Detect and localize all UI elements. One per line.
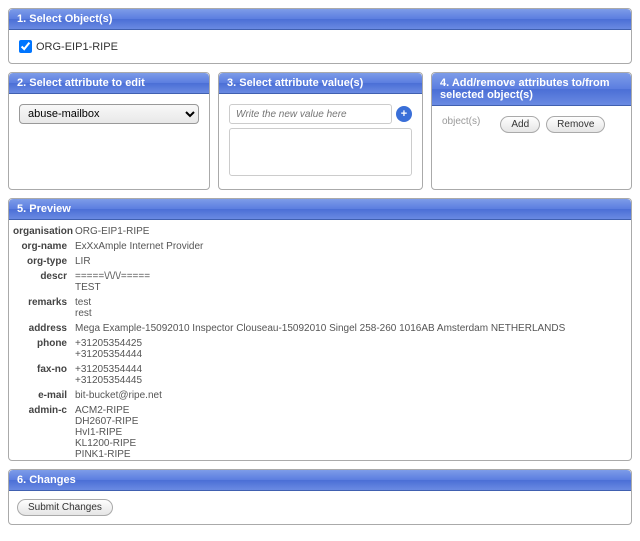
panel-select-objects: 1. Select Object(s) ORG-EIP1-RIPE [8,8,632,64]
preview-key: address [13,323,75,334]
panel-header-4: 4. Add/remove attributes to/from selecte… [432,73,631,106]
preview-row: e-mailbit-bucket@ripe.net [13,388,623,403]
preview-row: addressMega Example-15092010 Inspector C… [13,321,623,336]
preview-value: =====\/\/\/===== TEST [75,271,623,293]
preview-value: LIR [75,256,623,267]
panel-preview: 5. Preview organisationORG-EIP1-RIPEorg-… [8,198,632,461]
preview-value: ORG-EIP1-RIPE [75,226,623,237]
preview-value: bit-bucket@ripe.net [75,390,623,401]
panel-header-2: 2. Select attribute to edit [9,73,209,94]
objects-faded-label: object(s) [442,116,480,127]
add-value-icon[interactable]: + [396,106,412,122]
panel-header-3: 3. Select attribute value(s) [219,73,422,94]
panel-changes: 6. Changes Submit Changes [8,469,632,525]
preview-key: descr [13,271,75,293]
preview-key: fax-no [13,364,75,386]
panel-header-5: 5. Preview [9,199,631,220]
preview-key: phone [13,338,75,360]
preview-scroll-area[interactable]: organisationORG-EIP1-RIPEorg-nameExXxAmp… [9,220,631,460]
preview-row: admin-cACM2-RIPE DH2607-RIPE HvI1-RIPE K… [13,403,623,460]
preview-value: Mega Example-15092010 Inspector Clouseau… [75,323,623,334]
preview-value: ACM2-RIPE DH2607-RIPE HvI1-RIPE KL1200-R… [75,405,623,460]
panel-select-values: 3. Select attribute value(s) + [218,72,423,190]
submit-changes-button[interactable]: Submit Changes [17,499,113,516]
preview-row: fax-no+31205354444 +31205354445 [13,362,623,388]
panel-header-1: 1. Select Object(s) [9,9,631,30]
preview-row: descr=====\/\/\/===== TEST [13,269,623,295]
preview-row: phone+31205354425 +31205354444 [13,336,623,362]
remove-button[interactable]: Remove [546,116,605,133]
preview-value: ExXxAmple Internet Provider [75,241,623,252]
panel-add-remove: 4. Add/remove attributes to/from selecte… [431,72,632,190]
attribute-select[interactable]: abuse-mailbox [19,104,199,124]
panel-header-6: 6. Changes [9,470,631,491]
values-textarea[interactable] [229,128,412,176]
add-button[interactable]: Add [500,116,540,133]
object-label: ORG-EIP1-RIPE [36,41,118,53]
preview-row: remarkstest rest [13,295,623,321]
preview-key: org-type [13,256,75,267]
preview-key: remarks [13,297,75,319]
panel-select-attribute: 2. Select attribute to edit abuse-mailbo… [8,72,210,190]
preview-value: test rest [75,297,623,319]
preview-row: org-typeLIR [13,254,623,269]
object-checkbox-row[interactable]: ORG-EIP1-RIPE [19,40,621,53]
object-checkbox[interactable] [19,40,32,53]
preview-key: admin-c [13,405,75,460]
preview-key: e-mail [13,390,75,401]
preview-key: org-name [13,241,75,252]
preview-row: org-nameExXxAmple Internet Provider [13,239,623,254]
preview-value: +31205354425 +31205354444 [75,338,623,360]
preview-key: organisation [13,226,75,237]
preview-value: +31205354444 +31205354445 [75,364,623,386]
new-value-input[interactable] [229,104,392,124]
preview-row: organisationORG-EIP1-RIPE [13,224,623,239]
